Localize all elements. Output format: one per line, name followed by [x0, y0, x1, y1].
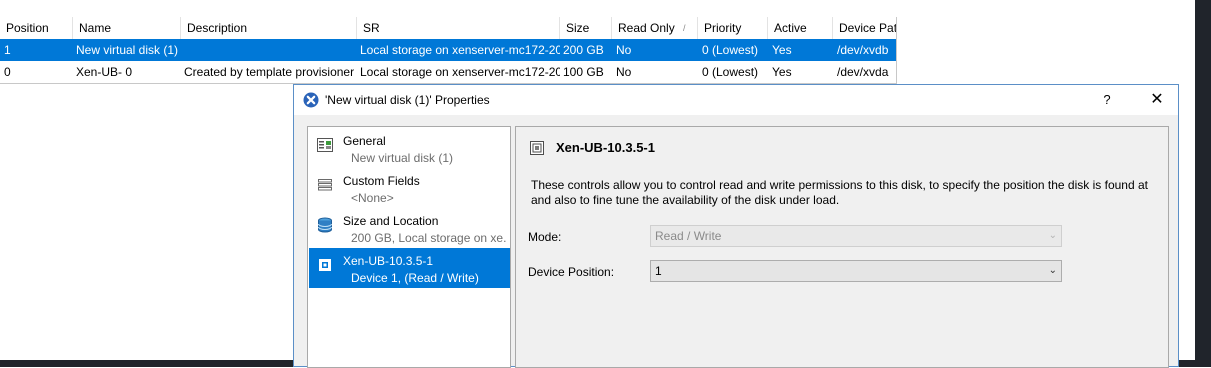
- column-header-read-only[interactable]: Read Only /: [612, 17, 698, 39]
- column-header-sr[interactable]: SR: [357, 17, 560, 39]
- cell-priority: 0 (Lowest): [702, 65, 759, 79]
- custom-fields-icon: [318, 179, 332, 191]
- sort-indicator-icon: /: [683, 23, 686, 33]
- mode-label: Mode:: [528, 230, 562, 244]
- grid-border: [896, 17, 897, 83]
- nav-item-device[interactable]: Xen-UB-10.3.5-1 Device 1, (Read / Write): [309, 248, 510, 288]
- nav-item-size-and-location[interactable]: Size and Location 200 GB, Local storage …: [309, 208, 510, 248]
- column-header-position[interactable]: Position: [0, 17, 73, 39]
- device-icon: [319, 259, 331, 271]
- cell-sr: Local storage on xenserver-mc172-20: [360, 65, 560, 79]
- column-header-name[interactable]: Name: [73, 17, 181, 39]
- nav-item-subtitle: <None>: [351, 191, 394, 205]
- nav-item-title: Size and Location: [343, 214, 439, 228]
- desktop-background-right: [1195, 0, 1211, 367]
- dialog-titlebar[interactable]: 'New virtual disk (1)' Properties ? ✕: [294, 85, 1178, 115]
- nav-item-subtitle: New virtual disk (1): [351, 151, 454, 165]
- cell-priority: 0 (Lowest): [702, 43, 759, 57]
- cell-description: Created by template provisioner: [184, 65, 355, 79]
- device-icon: [530, 141, 544, 155]
- chevron-down-icon: ⌄: [1048, 230, 1057, 241]
- close-button[interactable]: ✕: [1142, 85, 1172, 115]
- cell-size: 200 GB: [563, 43, 604, 57]
- column-header-read-only-label: Read Only: [618, 21, 675, 35]
- cell-sr: Local storage on xenserver-mc172-20: [360, 43, 560, 57]
- cell-name: Xen-UB- 0: [76, 65, 133, 79]
- table-row[interactable]: 0 Xen-UB- 0 Created by template provisio…: [0, 61, 897, 83]
- section-title: Xen-UB-10.3.5-1: [556, 140, 655, 155]
- column-header-size[interactable]: Size: [560, 17, 612, 39]
- column-header-active[interactable]: Active: [768, 17, 833, 39]
- section-description: These controls allow you to control read…: [531, 178, 1148, 207]
- properties-nav: General New virtual disk (1) Custom Fiel…: [307, 126, 511, 368]
- nav-item-subtitle: 200 GB, Local storage on xe...: [351, 231, 507, 245]
- chevron-down-icon: ⌄: [1048, 265, 1057, 276]
- virtual-disks-grid: Position Name Description SR Size Read O…: [0, 17, 897, 83]
- column-header-device-path[interactable]: Device Path: [833, 17, 897, 39]
- device-position-select[interactable]: 1 ⌄: [650, 260, 1062, 282]
- nav-item-subtitle: Device 1, (Read / Write): [351, 271, 479, 285]
- cell-active: Yes: [772, 43, 792, 57]
- nav-item-general[interactable]: General New virtual disk (1): [309, 128, 510, 168]
- cell-size: 100 GB: [563, 65, 604, 79]
- properties-content-panel: Xen-UB-10.3.5-1 These controls allow you…: [515, 126, 1169, 368]
- mode-select-value: Read / Write: [655, 229, 722, 243]
- device-position-value: 1: [655, 264, 662, 278]
- mode-select: Read / Write ⌄: [650, 225, 1062, 247]
- dialog-title: 'New virtual disk (1)' Properties: [325, 93, 490, 107]
- grid-header: Position Name Description SR Size Read O…: [0, 17, 897, 40]
- nav-item-title: Custom Fields: [343, 174, 420, 188]
- cell-active: Yes: [772, 65, 792, 79]
- cell-position: 1: [4, 43, 11, 57]
- device-position-label: Device Position:: [528, 265, 615, 279]
- help-button[interactable]: ?: [1092, 85, 1122, 115]
- nav-item-custom-fields[interactable]: Custom Fields <None>: [309, 168, 510, 208]
- properties-dialog: 'New virtual disk (1)' Properties ? ✕ Ge…: [293, 84, 1179, 368]
- column-header-priority[interactable]: Priority: [698, 17, 768, 39]
- column-header-description[interactable]: Description: [181, 17, 357, 39]
- nav-item-title: General: [343, 134, 386, 148]
- cell-description: [181, 39, 357, 61]
- nav-item-title: Xen-UB-10.3.5-1: [343, 254, 434, 268]
- cell-name: New virtual disk (1): [76, 43, 179, 57]
- xencenter-icon: [303, 92, 319, 108]
- table-row[interactable]: 1 New virtual disk (1) Local storage on …: [0, 39, 897, 61]
- general-icon: [317, 138, 333, 152]
- storage-icon: [318, 217, 332, 233]
- cell-position: 0: [4, 65, 11, 79]
- cell-read-only: No: [616, 43, 632, 57]
- cell-read-only: No: [616, 65, 632, 79]
- cell-device-path: /dev/xvda: [837, 65, 889, 79]
- cell-device-path: /dev/xvdb: [837, 43, 889, 57]
